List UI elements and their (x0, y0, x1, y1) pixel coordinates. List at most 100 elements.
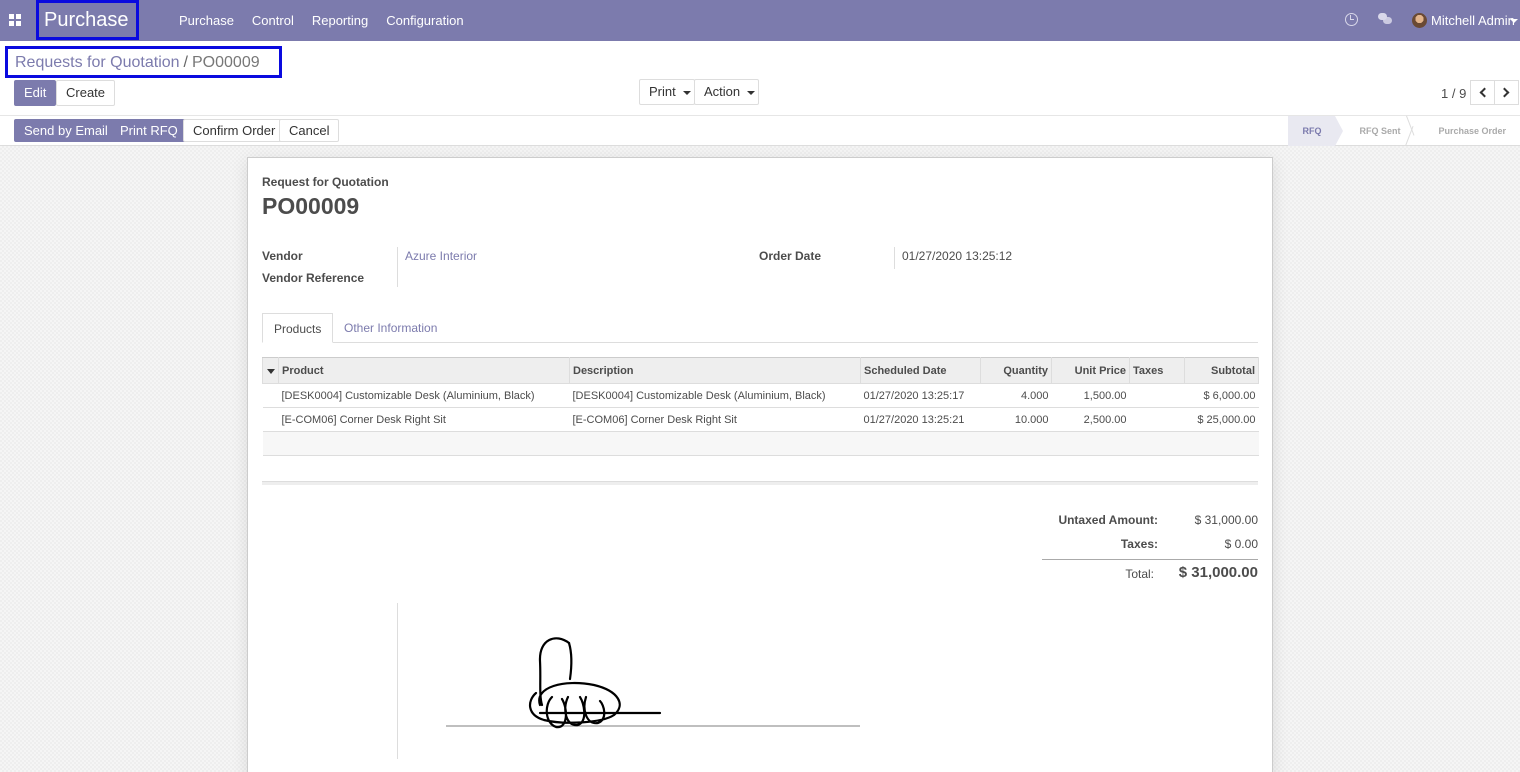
cell-quantity[interactable]: 4.000 (980, 383, 1052, 408)
print-label: Print (649, 84, 676, 99)
breadcrumb-separator: / (183, 54, 188, 71)
field-separator (397, 603, 398, 759)
menu-item-reporting[interactable]: Reporting (303, 0, 377, 41)
print-rfq-button[interactable]: Print RFQ (110, 119, 188, 142)
taxes-value: $ 0.00 (1224, 537, 1258, 551)
row-handle (262, 383, 279, 408)
cell-unit-price[interactable]: 2,500.00 (1051, 407, 1130, 432)
untaxed-amount-row: Untaxed Amount: $ 31,000.00 (1042, 513, 1258, 537)
cell-product[interactable]: [DESK0004] Customizable Desk (Aluminium,… (278, 383, 570, 408)
stage-purchase-order-label: Purchase Order (1438, 126, 1506, 136)
column-header-unit-price[interactable]: Unit Price (1051, 357, 1130, 384)
stage-rfq-sent[interactable]: RFQ Sent (1335, 116, 1414, 146)
stage-rfq-sent-label: RFQ Sent (1359, 126, 1401, 136)
cell-scheduled-date[interactable]: 01/27/2020 13:25:21 (860, 407, 981, 432)
messaging-chat-icon[interactable] (1378, 13, 1392, 25)
cell-subtotal: $ 6,000.00 (1184, 383, 1259, 408)
vendor-label: Vendor (262, 249, 303, 263)
cancel-button[interactable]: Cancel (279, 119, 340, 142)
cell-description[interactable]: [E-COM06] Corner Desk Right Sit (569, 407, 861, 432)
column-header-subtotal[interactable]: Subtotal (1184, 357, 1259, 384)
app-brand[interactable]: Purchase (36, 0, 139, 40)
untaxed-amount-label: Untaxed Amount: (1058, 513, 1158, 527)
cell-taxes[interactable] (1129, 407, 1185, 432)
pager-next-button[interactable] (1494, 80, 1519, 105)
empty-row (262, 431, 1259, 456)
cell-product[interactable]: [E-COM06] Corner Desk Right Sit (278, 407, 570, 432)
untaxed-amount-value: $ 31,000.00 (1194, 513, 1258, 527)
taxes-label: Taxes: (1120, 537, 1158, 551)
table-footer-bar (262, 481, 1258, 485)
pager-value[interactable]: 1 / 9 (1441, 86, 1466, 102)
notebook-tabs: Products Other Information (262, 313, 1258, 343)
action-dropdown[interactable]: Action (694, 79, 759, 105)
caret-down-icon (682, 90, 691, 95)
cell-unit-price[interactable]: 1,500.00 (1051, 383, 1130, 408)
menu-item-configuration[interactable]: Configuration (377, 0, 472, 41)
row-handle (262, 407, 279, 432)
caret-down-icon (1510, 19, 1518, 23)
print-dropdown[interactable]: Print (639, 79, 695, 105)
edit-button[interactable]: Edit (14, 80, 57, 106)
menu-item-purchase[interactable]: Purchase (170, 0, 243, 41)
stage-purchase-order[interactable]: Purchase Order (1414, 116, 1520, 146)
stage-arrow (1335, 116, 1344, 146)
main-menu: Purchase Control Reporting Configuration (170, 0, 473, 41)
apps-menu-icon[interactable] (9, 14, 21, 26)
column-header-quantity[interactable]: Quantity (980, 357, 1052, 384)
order-lines-table: Product Description Scheduled Date Quant… (262, 357, 1259, 456)
breadcrumb: Requests for Quotation / PO00009 (5, 46, 282, 78)
cell-taxes[interactable] (1129, 383, 1185, 408)
vendor-reference-label: Vendor Reference (262, 271, 365, 285)
column-header-product[interactable]: Product (278, 357, 570, 384)
cell-quantity[interactable]: 10.000 (980, 407, 1052, 432)
field-separator (894, 247, 895, 269)
create-button[interactable]: Create (56, 80, 116, 106)
action-label: Action (704, 84, 741, 99)
send-by-email-button[interactable]: Send by Email (14, 119, 118, 142)
signature-drawing[interactable] (444, 635, 862, 730)
menu-item-control[interactable]: Control (243, 0, 303, 41)
column-header-description[interactable]: Description (569, 357, 861, 384)
table-header-row: Product Description Scheduled Date Quant… (262, 357, 1259, 384)
sort-handle[interactable] (262, 357, 279, 384)
stage-rfq-label: RFQ (1302, 126, 1322, 136)
chevron-left-icon (1479, 87, 1490, 98)
avatar (1412, 13, 1427, 28)
breadcrumb-current: PO00009 (192, 54, 260, 71)
document-title: PO00009 (262, 193, 360, 219)
activity-clock-icon[interactable] (1345, 13, 1358, 26)
total-label: Total: (1125, 567, 1154, 581)
vendor-field[interactable]: Azure Interior (405, 249, 477, 263)
order-date-field[interactable]: 01/27/2020 13:25:12 (902, 249, 1012, 263)
user-menu[interactable]: Mitchell Admin (1412, 0, 1520, 41)
document-type-label: Request for Quotation (262, 175, 389, 189)
cell-description[interactable]: [DESK0004] Customizable Desk (Aluminium,… (569, 383, 861, 408)
pager-previous-button[interactable] (1470, 80, 1495, 105)
taxes-row: Taxes: $ 0.00 (1042, 537, 1258, 561)
top-navbar: Purchase Purchase Control Reporting Conf… (0, 0, 1520, 41)
cell-subtotal: $ 25,000.00 (1184, 407, 1259, 432)
total-value: $ 31,000.00 (1178, 564, 1258, 581)
cell-scheduled-date[interactable]: 01/27/2020 13:25:17 (860, 383, 981, 408)
tab-other-information[interactable]: Other Information (333, 313, 448, 343)
table-row[interactable]: [DESK0004] Customizable Desk (Aluminium,… (262, 383, 1259, 408)
control-panel: Requests for Quotation / PO00009 Edit Crea… (0, 41, 1520, 146)
caret-down-icon (747, 90, 756, 95)
tab-products[interactable]: Products (262, 313, 334, 343)
table-row[interactable]: [E-COM06] Corner Desk Right Sit [E-COM06… (262, 407, 1259, 432)
breadcrumb-parent[interactable]: Requests for Quotation (15, 54, 180, 71)
order-date-label: Order Date (759, 249, 822, 263)
column-header-taxes[interactable]: Taxes (1129, 357, 1185, 384)
totals-block: Untaxed Amount: $ 31,000.00 Taxes: $ 0.0… (1042, 513, 1258, 588)
caret-down-icon (267, 368, 275, 374)
total-row: Total: $ 31,000.00 (1042, 564, 1258, 588)
confirm-order-button[interactable]: Confirm Order (183, 119, 286, 142)
stage-rfq[interactable]: RFQ (1288, 116, 1344, 146)
chevron-right-icon (1499, 87, 1510, 98)
field-separator (397, 247, 398, 287)
status-bar: RFQ RFQ Sent Purchase Order (1288, 116, 1520, 146)
form-sheet: Request for Quotation PO00009 Vendor Azu… (247, 157, 1273, 772)
column-header-scheduled-date[interactable]: Scheduled Date (860, 357, 981, 384)
user-name: Mitchell Admin (1431, 13, 1515, 28)
